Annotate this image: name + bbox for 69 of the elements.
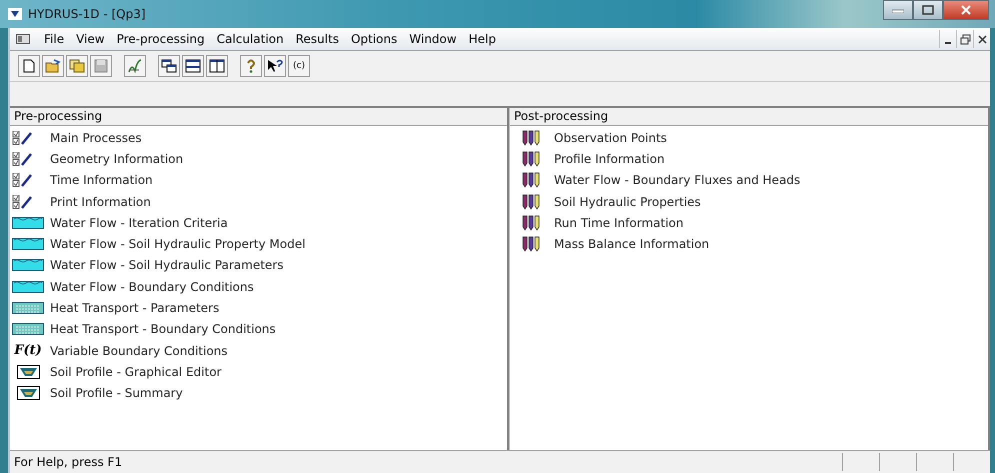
run-button[interactable] [124, 55, 146, 77]
menu-item[interactable]: Calculation [210, 32, 290, 46]
minimize-icon [945, 42, 951, 44]
panel-header: Post-processing [510, 108, 988, 126]
maximize-icon [922, 5, 934, 15]
test-tubes-icon [522, 214, 540, 231]
close-icon [960, 5, 972, 15]
list-item[interactable]: Variable Boundary Conditions [50, 344, 228, 358]
menu-item[interactable]: Options [344, 32, 404, 46]
list-item[interactable]: Observation Points [554, 130, 667, 145]
list-item[interactable]: Soil Hydraulic Properties [554, 194, 701, 209]
list-item[interactable]: Water Flow - Boundary Fluxes and Heads [554, 173, 800, 188]
list-item[interactable]: Main Processes [50, 130, 142, 145]
document-icon[interactable] [16, 34, 30, 44]
status-text: For Help, press F1 [13, 455, 124, 469]
test-tubes-icon [522, 130, 540, 146]
save-button[interactable] [90, 55, 112, 77]
menu-item[interactable]: View [70, 32, 111, 46]
list-item[interactable]: Heat Transport - Parameters [50, 301, 220, 316]
panel-header: Pre-processing [10, 108, 507, 126]
tile-vertical-button[interactable] [206, 55, 228, 77]
menu-item[interactable]: File [38, 32, 70, 46]
water-tank-icon [12, 237, 44, 252]
menu-item[interactable]: Window [403, 32, 463, 46]
water-tank-icon [12, 258, 44, 272]
heat-tank-icon [12, 301, 44, 316]
list-item[interactable]: Geometry Information [50, 152, 184, 166]
list-item[interactable]: Soil Profile - Graphical Editor [50, 364, 222, 379]
list-item[interactable]: Mass Balance Information [554, 237, 710, 252]
list-item[interactable]: Soil Profile - Summary [50, 386, 183, 400]
heat-tank-icon [12, 322, 44, 336]
minimize-icon [892, 7, 904, 13]
test-tubes-icon [522, 194, 540, 210]
list-item[interactable]: Water Flow - Soil Hydraulic Parameters [50, 258, 284, 272]
water-tank-icon [12, 216, 44, 230]
window-title: HYDRUS-1D - [Qp3] [28, 7, 146, 21]
list-item[interactable]: Profile Information [554, 152, 665, 166]
minimize-button[interactable] [883, 0, 913, 20]
close-button[interactable] [943, 0, 989, 20]
menu-item[interactable]: Results [290, 32, 345, 46]
app-icon[interactable] [8, 8, 22, 20]
new-file-icon [23, 59, 35, 73]
help-button[interactable] [240, 55, 262, 77]
list-item[interactable]: Water Flow - Iteration Criteria [50, 216, 228, 230]
list-item[interactable]: Water Flow - Soil Hydraulic Property Model [50, 237, 306, 252]
context-help-button[interactable] [264, 55, 286, 77]
function-icon: F(t) [12, 343, 44, 358]
restore-button[interactable] [956, 30, 973, 48]
test-tubes-icon [522, 172, 540, 188]
restore-icon [960, 34, 970, 44]
list-item[interactable]: Water Flow - Boundary Conditions [50, 280, 254, 294]
test-tubes-icon [522, 150, 540, 167]
menu-item[interactable]: Pre-processing [110, 32, 211, 46]
water-tank-icon [12, 280, 44, 294]
about-button[interactable]: (c) [288, 55, 310, 77]
maximize-button[interactable] [913, 0, 943, 20]
new-file-button[interactable] [18, 55, 40, 77]
open-folder-button[interactable] [42, 55, 64, 77]
list-item[interactable]: Heat Transport - Boundary Conditions [50, 322, 276, 336]
list-item[interactable]: Time Information [50, 173, 153, 188]
tile-horizontal-button[interactable] [182, 55, 204, 77]
close-icon [976, 34, 988, 44]
cascade-windows-button[interactable] [158, 55, 180, 77]
list-item[interactable]: Print Information [50, 194, 151, 209]
test-tubes-icon [522, 236, 540, 252]
copy-button[interactable] [66, 55, 88, 77]
question-mark-icon [246, 59, 256, 73]
list-item[interactable]: Run Time Information [554, 216, 684, 230]
menu-item[interactable]: Help [462, 32, 502, 46]
